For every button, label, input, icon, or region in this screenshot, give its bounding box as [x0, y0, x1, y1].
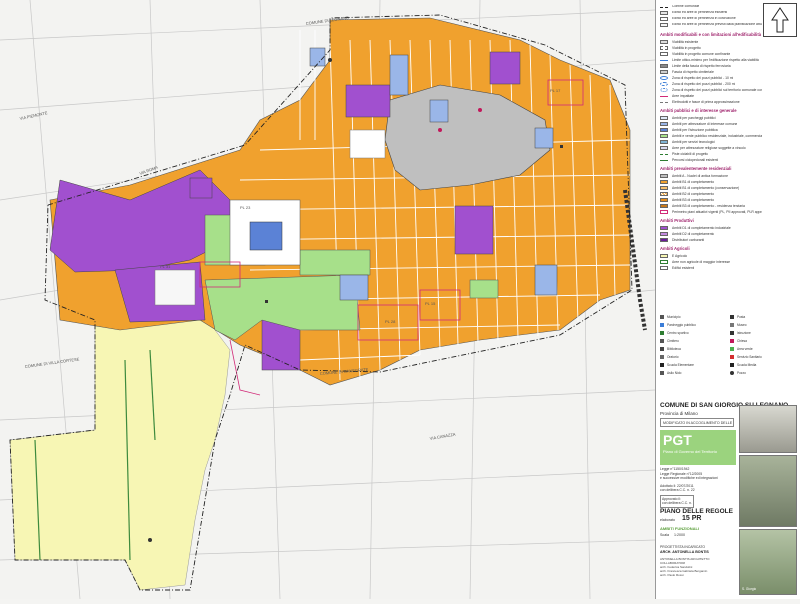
status-badge: MODIFICATO IN ACCOGLIMENTO DELLE OSSERVA…	[660, 418, 734, 427]
photo-caption: S. Giorgio	[742, 587, 757, 591]
map-canvas[interactable]: COMUNE DI LEGNANO VIA ROMA VIA PIEMONTE …	[0, 0, 656, 600]
symbol-item: Parcheggio pubblico	[660, 322, 730, 327]
public-service-5[interactable]	[534, 264, 558, 296]
lot-2[interactable]	[154, 269, 196, 306]
industrial-block-5[interactable]	[189, 177, 213, 199]
public-service-2[interactable]	[429, 99, 449, 123]
photo-park: S. Giorgio	[739, 529, 797, 595]
symbol-item: Servizio Sanitario	[730, 354, 800, 359]
public-service-6[interactable]	[309, 47, 326, 67]
park-icon	[730, 346, 734, 351]
legend-item: Elettrodotti e fasce di prima approssima…	[660, 99, 762, 105]
industrial-block-2[interactable]	[489, 51, 521, 85]
cemetery-icon	[660, 338, 664, 343]
photo-aerial	[739, 405, 797, 453]
pgt-logo: PGT	[663, 432, 692, 448]
scale-value: 1:2000	[674, 533, 685, 537]
well-icon	[730, 370, 734, 375]
symbol-item: Area verde	[730, 346, 800, 351]
symbol-item: Scuola Media	[730, 362, 800, 367]
public-service-1[interactable]	[389, 54, 409, 96]
team-list: ANTONELLA BONTIS ARCHITETTO COLLABORATOR…	[660, 557, 710, 577]
church-icon	[730, 338, 734, 343]
street-label: VIA CANAZZA	[429, 431, 456, 440]
oratory-icon	[660, 354, 664, 359]
well-icon	[148, 538, 152, 542]
title-block: COMUNE DI SAN GIORGIO SU LEGNANO Provinc…	[656, 400, 800, 599]
parking-icon	[265, 300, 268, 303]
symbol-item: Chiesa	[730, 338, 800, 343]
symbol-item: Centro sportivo	[660, 330, 730, 335]
legend-section-title: Ambiti prevalentemente residenziali	[660, 166, 732, 171]
symbol-item: Pozzo	[730, 370, 800, 375]
symbol-item: Oratorio	[660, 354, 730, 359]
church-icon	[438, 128, 442, 132]
agricultural-zone[interactable]	[9, 294, 231, 591]
library-icon	[660, 346, 664, 351]
parking-icon	[660, 322, 664, 327]
document-title: PIANO DELLE REGOLE	[660, 508, 733, 515]
legend-section-title: Ambiti pubblici e di interesse generale	[660, 108, 737, 113]
legend-item: Percorsi ciclopedonali esistenti	[660, 157, 762, 163]
elaborato-value: 15 PR	[682, 515, 702, 522]
legend-item: Perimetro piani attuativi vigenti (PL, P…	[660, 209, 762, 215]
legend-panel: Confine comunale Edifici ed aree di pert…	[655, 0, 800, 599]
church-icon	[478, 108, 482, 112]
public-service-4[interactable]	[339, 274, 369, 301]
middle-school-icon	[730, 362, 734, 367]
health-icon	[730, 354, 734, 359]
designer-label: PROGETTISTA INCARICATO	[660, 545, 706, 549]
well-icon	[328, 58, 332, 62]
zone-label: PL 31	[160, 264, 171, 269]
post-icon	[730, 314, 734, 319]
designer-name: ARCH. ANTONELLA BONTIS	[660, 550, 709, 554]
school-building[interactable]	[249, 221, 283, 251]
legend-section-title: Ambiti modificabili e con limitazioni al…	[660, 32, 762, 37]
legend-item: Distributori carburanti	[660, 237, 762, 243]
scale-label: Scala	[660, 533, 669, 537]
pgt-banner: PGT Piano di Governo del Territorio	[660, 430, 736, 465]
industrial-block-3[interactable]	[454, 205, 494, 255]
symbol-item: Biblioteca	[660, 346, 730, 351]
legend-item: Edifici ed aree di pertinenza previsti d…	[660, 22, 762, 28]
industrial-block-1[interactable]	[345, 84, 391, 118]
school-icon	[730, 330, 734, 335]
zone-label: PL 15	[425, 301, 436, 306]
photo-strip: S. Giorgio	[739, 405, 797, 595]
symbol-item: Scuola Elementare	[660, 362, 730, 367]
document-subtitle: AMBITI FUNZIONALI	[660, 526, 700, 531]
legend-section-title: Ambiti Agricoli	[660, 246, 690, 251]
street-label: COMUNE DI VILLA CORTESE	[24, 356, 80, 369]
lot-1[interactable]	[349, 129, 386, 159]
pgt-subtitle: Piano di Governo del Territorio	[663, 449, 717, 454]
elaborato-label: elaborato	[660, 518, 675, 522]
zone-label: PL 28	[385, 319, 396, 324]
green-park-mid[interactable]	[299, 249, 371, 276]
map-drawing: COMUNE DI LEGNANO VIA ROMA VIA PIEMONTE …	[0, 0, 656, 600]
nursery-icon	[660, 370, 664, 375]
law-references: Legge n°1150/1942 Legge Regionale n°12/2…	[660, 467, 740, 508]
symbol-item: Museo	[730, 322, 800, 327]
town-hall-icon	[660, 314, 664, 319]
photo-street	[739, 455, 797, 527]
symbol-item: Municipio	[660, 314, 730, 319]
museum-icon	[730, 322, 734, 327]
elementary-school-icon	[660, 362, 664, 367]
zone-label: PL 23	[240, 205, 251, 210]
symbol-item: Asilo Nido	[660, 370, 730, 375]
street-label: VIA PIEMONTE	[19, 110, 48, 121]
public-service-3[interactable]	[534, 127, 554, 149]
parking-icon	[560, 145, 563, 148]
symbol-item: Istruzione	[730, 330, 800, 335]
zone-label: PL 17	[550, 88, 561, 93]
province: Provincia di Milano	[660, 411, 698, 416]
legend-section-title: Ambiti Produttivi	[660, 218, 694, 223]
legend-item: Edifici esistenti	[660, 265, 762, 271]
green-park-east[interactable]	[469, 279, 499, 299]
sport-icon	[660, 330, 664, 335]
symbol-item: Posta	[730, 314, 800, 319]
north-arrow-icon	[763, 3, 797, 37]
symbol-item: Cimitero	[660, 338, 730, 343]
